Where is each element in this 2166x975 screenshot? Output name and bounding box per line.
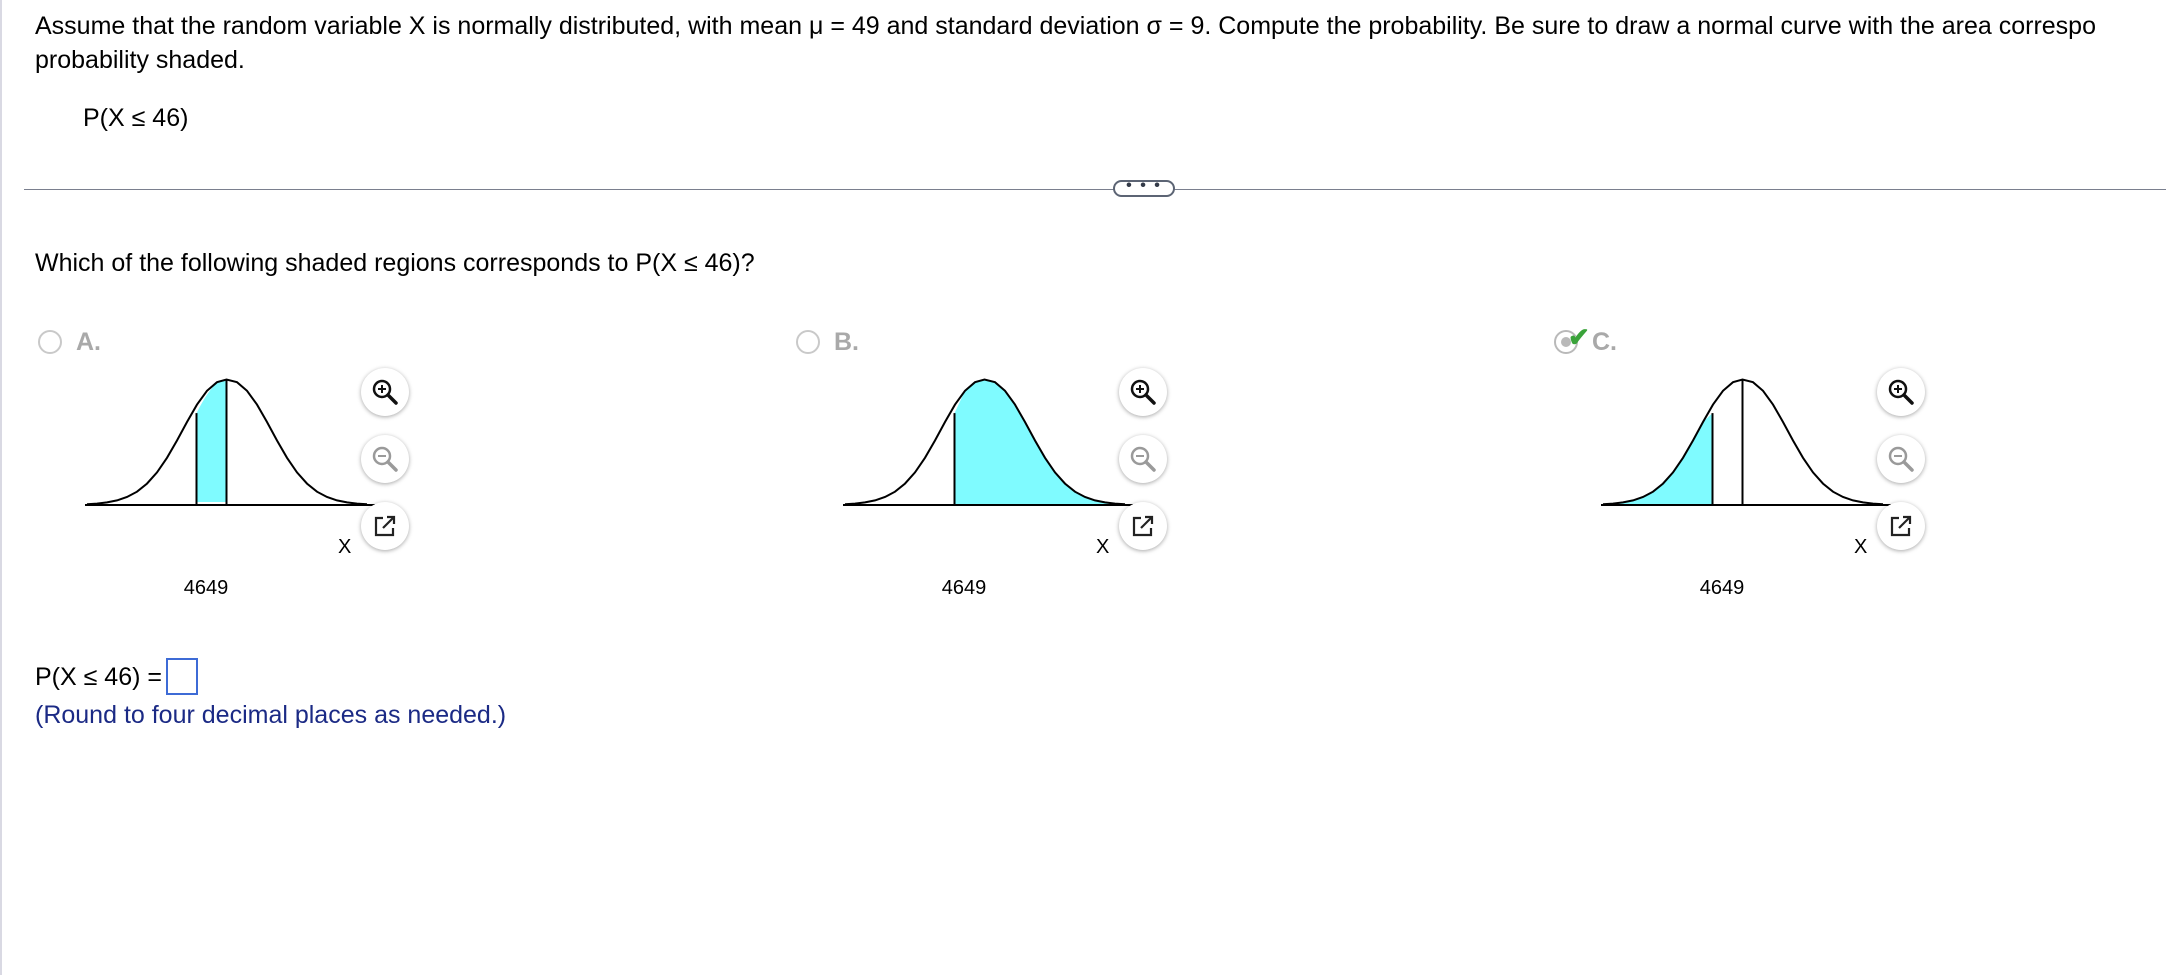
question-text: Assume that the random variable X is nor…	[35, 9, 2155, 77]
option-a-header[interactable]: A.	[38, 325, 101, 359]
option-b-normal-curve	[843, 378, 1133, 506]
zoom-out-icon	[1130, 446, 1156, 472]
expand-more-button[interactable]: • • •	[1113, 177, 1175, 197]
option-c-popout-button[interactable]	[1877, 502, 1925, 550]
option-b-radio[interactable]	[796, 330, 820, 354]
option-b-popout-button[interactable]	[1119, 502, 1167, 550]
option-c-header[interactable]: ✔ C.	[1554, 324, 1617, 359]
zoom-in-icon	[1888, 379, 1914, 405]
option-a-normal-curve	[85, 378, 375, 506]
probability-expression: P(X ≤ 46)	[83, 104, 189, 132]
option-b-header[interactable]: B.	[796, 325, 859, 359]
zoom-out-icon	[1888, 446, 1914, 472]
question-line-1: Assume that the random variable X is nor…	[35, 12, 2096, 40]
option-c-normal-curve	[1601, 378, 1891, 506]
option-c-zoom-out-button[interactable]	[1877, 435, 1925, 483]
option-c-shaded-region	[1603, 413, 1713, 505]
option-b-zoom-in-button[interactable]	[1119, 368, 1167, 416]
option-a-zoom-out-button[interactable]	[361, 435, 409, 483]
left-border	[0, 0, 2, 975]
popout-icon	[1890, 515, 1912, 537]
answer-input[interactable]	[165, 658, 198, 695]
option-a[interactable]: A. X 4649	[38, 325, 758, 625]
answer-label: P(X ≤ 46) =	[35, 662, 162, 691]
option-a-radio[interactable]	[38, 330, 62, 354]
option-b-axis-label: X	[1096, 536, 1110, 558]
option-c-axis-label: X	[1854, 536, 1868, 558]
option-a-zoom-in-button[interactable]	[361, 368, 409, 416]
option-a-popout-button[interactable]	[361, 502, 409, 550]
popout-icon	[374, 515, 396, 537]
rounding-hint: (Round to four decimal places as needed.…	[35, 701, 507, 729]
option-a-axis-label: X	[338, 536, 352, 558]
correct-check-icon: ✔	[1568, 322, 1590, 352]
option-b-zoom-out-button[interactable]	[1119, 435, 1167, 483]
option-b-letter: B.	[834, 328, 859, 356]
option-a-letter: A.	[76, 328, 101, 356]
option-c-letter: C.	[1592, 328, 1617, 356]
question-line-2: probability shaded.	[35, 46, 245, 74]
option-b[interactable]: B. X 4649	[796, 325, 1516, 625]
option-c-tick-label: 4649	[1699, 577, 1745, 599]
answer-line: P(X ≤ 46) =	[35, 658, 198, 695]
option-b-shaded-region	[954, 379, 1125, 505]
option-b-tick-label: 4649	[941, 577, 987, 599]
option-c-radio[interactable]: ✔	[1554, 324, 1590, 354]
option-c[interactable]: ✔ C. X 4649	[1554, 324, 2166, 625]
section-divider	[24, 189, 2166, 190]
popout-icon	[1132, 515, 1154, 537]
zoom-in-icon	[1130, 379, 1156, 405]
option-c-zoom-in-button[interactable]	[1877, 368, 1925, 416]
zoom-in-icon	[372, 379, 398, 405]
zoom-out-icon	[372, 446, 398, 472]
subquestion-text: Which of the following shaded regions co…	[35, 249, 755, 277]
option-a-tick-label: 4649	[183, 577, 229, 599]
